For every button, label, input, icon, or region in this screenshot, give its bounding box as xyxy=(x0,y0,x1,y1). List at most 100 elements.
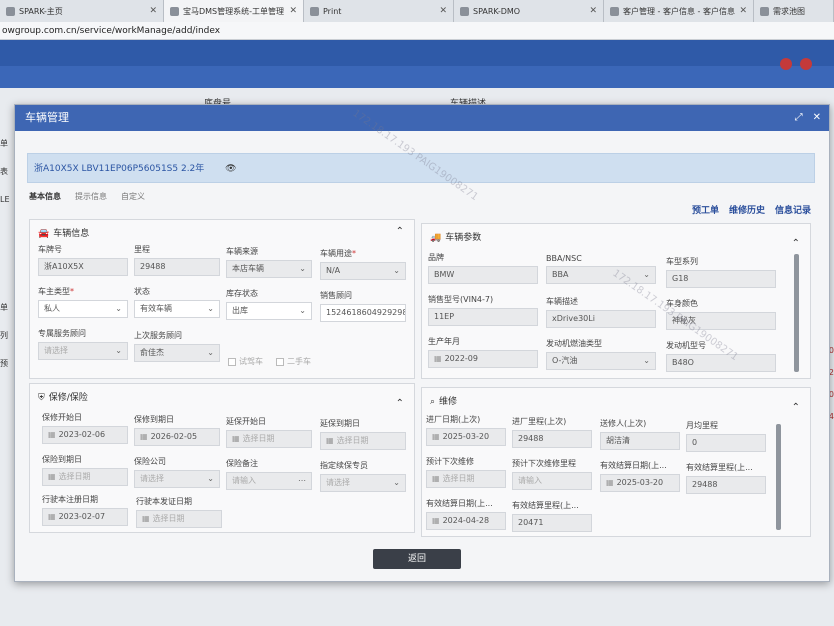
stock-select[interactable]: 出库 ⌄ xyxy=(226,302,312,320)
close-icon[interactable]: ✕ xyxy=(813,105,821,131)
chevron-down-icon: ⌄ xyxy=(115,304,122,313)
fuel-select[interactable]: O-汽油 ⌄ xyxy=(546,352,656,370)
link-info-record[interactable]: 信息记录 xyxy=(775,203,811,216)
browser-tabbar: SPARK-主页 ✕ 宝马DMS管理系统-工单管理 ✕ Print ✕ SPARK-D… xyxy=(0,0,834,22)
last-sender-field[interactable]: 胡洁清 xyxy=(600,432,680,450)
model-field[interactable]: 11EP xyxy=(428,308,538,326)
maximize-icon[interactable]: ⤢ xyxy=(795,105,803,131)
valid-settle-date-field[interactable]: ▦ 2025-03-20 xyxy=(600,474,680,492)
chevron-down-icon: ⌄ xyxy=(207,304,214,313)
chevron-down-icon: ⌄ xyxy=(393,266,400,275)
browser-tab[interactable]: SPARK-主页 ✕ xyxy=(0,0,164,22)
next-repair-mileage-field[interactable]: 请输入 xyxy=(512,472,592,490)
tab-favicon-icon xyxy=(6,6,15,16)
tab-basic-info[interactable]: 基本信息 xyxy=(29,191,61,202)
tab-tips-info[interactable]: 提示信息 xyxy=(75,191,107,202)
color-field[interactable]: 神秘灰 xyxy=(666,312,776,330)
tab-favicon-icon xyxy=(170,6,179,16)
collapse-icon[interactable]: ⌃ xyxy=(396,226,404,237)
settle-mileage-field[interactable]: 20471 xyxy=(512,514,592,532)
bba-select[interactable]: BBA ⌄ xyxy=(546,266,656,284)
browser-tab-active[interactable]: 宝马DMS管理系统-工单管理 ✕ xyxy=(164,0,304,22)
calendar-icon: ▦ xyxy=(432,432,440,441)
monthly-mileage-field[interactable]: 0 xyxy=(686,434,766,452)
exclusive-advisor-select[interactable]: 请选择 ⌄ xyxy=(38,342,128,360)
owner-type-select[interactable]: 私人 ⌄ xyxy=(38,300,128,318)
tab-favicon-icon xyxy=(460,6,469,16)
insurance-end-field[interactable]: ▦ 选择日期 xyxy=(42,468,128,486)
more-icon: ⋯ xyxy=(298,476,306,485)
calendar-icon: ▦ xyxy=(606,478,614,487)
chevron-down-icon: ⌄ xyxy=(115,346,122,355)
header-dots xyxy=(780,58,812,70)
scrollbar[interactable] xyxy=(794,254,799,372)
status-select[interactable]: 有效车辆 ⌄ xyxy=(134,300,220,318)
calendar-icon: ▦ xyxy=(432,474,440,483)
required-mark: * xyxy=(352,249,356,258)
link-repair-history[interactable]: 维修历史 xyxy=(729,203,765,216)
usage-select[interactable]: N/A ⌄ xyxy=(320,262,406,280)
engine-field[interactable]: B48O xyxy=(666,354,776,372)
plate-field[interactable]: 浙A10X5X xyxy=(38,258,128,276)
last-in-date-field[interactable]: ▦ 2025-03-20 xyxy=(426,428,506,446)
last-in-mileage-field[interactable]: 29488 xyxy=(512,430,592,448)
browser-tab[interactable]: 客户管理 - 客户信息 - 客户信息 ✕ xyxy=(604,0,754,22)
scrollbar[interactable] xyxy=(776,424,781,530)
browser-tab[interactable]: Print ✕ xyxy=(304,0,454,22)
tab-close-icon[interactable]: ✕ xyxy=(149,6,157,16)
desc-field[interactable]: xDrive30Li xyxy=(546,310,656,328)
ext-warranty-start-field[interactable]: ▦ 选择日期 xyxy=(226,430,312,448)
link-pre-workorder[interactable]: 预工单 xyxy=(692,203,719,216)
production-date-field[interactable]: ▦ 2022-09 xyxy=(428,350,538,368)
last-advisor-select[interactable]: 俞佳杰 ⌄ xyxy=(134,344,220,362)
calendar-icon: ▦ xyxy=(48,512,56,521)
warranty-start-field[interactable]: ▦ 2023-02-06 xyxy=(42,426,128,444)
brand-field[interactable]: BMW xyxy=(428,266,538,284)
series-field[interactable]: G18 xyxy=(666,270,776,288)
search-icon: ⌕ xyxy=(430,397,436,407)
ext-warranty-end-field[interactable]: ▦ 选择日期 xyxy=(320,432,406,450)
collapse-icon[interactable]: ⌃ xyxy=(792,402,800,413)
calendar-icon: ▦ xyxy=(232,434,240,443)
address-bar[interactable]: owgroup.com.cn/service/workManage/add/in… xyxy=(0,22,834,40)
tab-favicon-icon xyxy=(760,6,769,16)
calendar-icon: ▦ xyxy=(434,354,442,363)
browser-tab[interactable]: 需求池图 xyxy=(754,0,834,22)
mileage-field[interactable]: 29488 xyxy=(134,258,220,276)
tab-close-icon[interactable]: ✕ xyxy=(589,6,597,16)
insurance-note-field[interactable]: 请输入 ⋯ xyxy=(226,472,312,490)
tab-close-icon[interactable]: ✕ xyxy=(439,6,447,16)
next-repair-date-field[interactable]: ▦ 选择日期 xyxy=(426,470,506,488)
sales-advisor-field[interactable]: 15246186049292982- xyxy=(320,304,406,322)
chevron-down-icon: ⌄ xyxy=(393,478,400,487)
valid-settle-mileage-field[interactable]: 29488 xyxy=(686,476,766,494)
collapse-icon[interactable]: ⌃ xyxy=(396,398,404,409)
issue-date-field[interactable]: ▦ 选择日期 xyxy=(136,510,222,528)
app-header xyxy=(0,40,834,88)
calendar-icon: ▦ xyxy=(432,516,440,525)
chevron-down-icon: ⌄ xyxy=(643,356,650,365)
chevron-down-icon: ⌄ xyxy=(299,264,306,273)
truck-icon: 🚚 xyxy=(430,233,442,243)
eye-icon[interactable]: 👁 xyxy=(225,164,236,174)
used-car-checkbox[interactable]: 二手车 xyxy=(276,356,311,367)
registration-date-field[interactable]: ▦ 2023-02-07 xyxy=(42,508,128,526)
source-select[interactable]: 本店车辆 ⌄ xyxy=(226,260,312,278)
tab-close-icon[interactable]: ✕ xyxy=(289,6,297,16)
chevron-down-icon: ⌄ xyxy=(207,474,214,483)
tab-close-icon[interactable]: ✕ xyxy=(739,6,747,16)
vehicle-management-modal: 车辆管理 ⤢ ✕ 浙A10X5X LBV11EP06P56051S5 2.2年 … xyxy=(14,104,830,582)
collapse-icon[interactable]: ⌃ xyxy=(792,238,800,249)
browser-tab[interactable]: SPARK-DMO ✕ xyxy=(454,0,604,22)
warranty-end-field[interactable]: ▦ 2026-02-05 xyxy=(134,428,220,446)
tab-custom[interactable]: 自定义 xyxy=(121,191,145,202)
chevron-down-icon: ⌄ xyxy=(207,348,214,357)
insurance-company-select[interactable]: 请选择 ⌄ xyxy=(134,470,220,488)
notification-dot-icon[interactable] xyxy=(780,58,792,70)
renewal-specialist-select[interactable]: 请选择 ⌄ xyxy=(320,474,406,492)
warranty-panel: ⛨ 保修/保险 ⌃ 保修开始日 ▦ 2023-02-06 保修到期日 ▦ 2026-0… xyxy=(29,383,415,533)
settle-date-field[interactable]: ▦ 2024-04-28 xyxy=(426,512,506,530)
notification-dot-icon[interactable] xyxy=(800,58,812,70)
back-button[interactable]: 返回 xyxy=(373,549,461,569)
test-drive-checkbox[interactable]: 试驾车 xyxy=(228,356,263,367)
